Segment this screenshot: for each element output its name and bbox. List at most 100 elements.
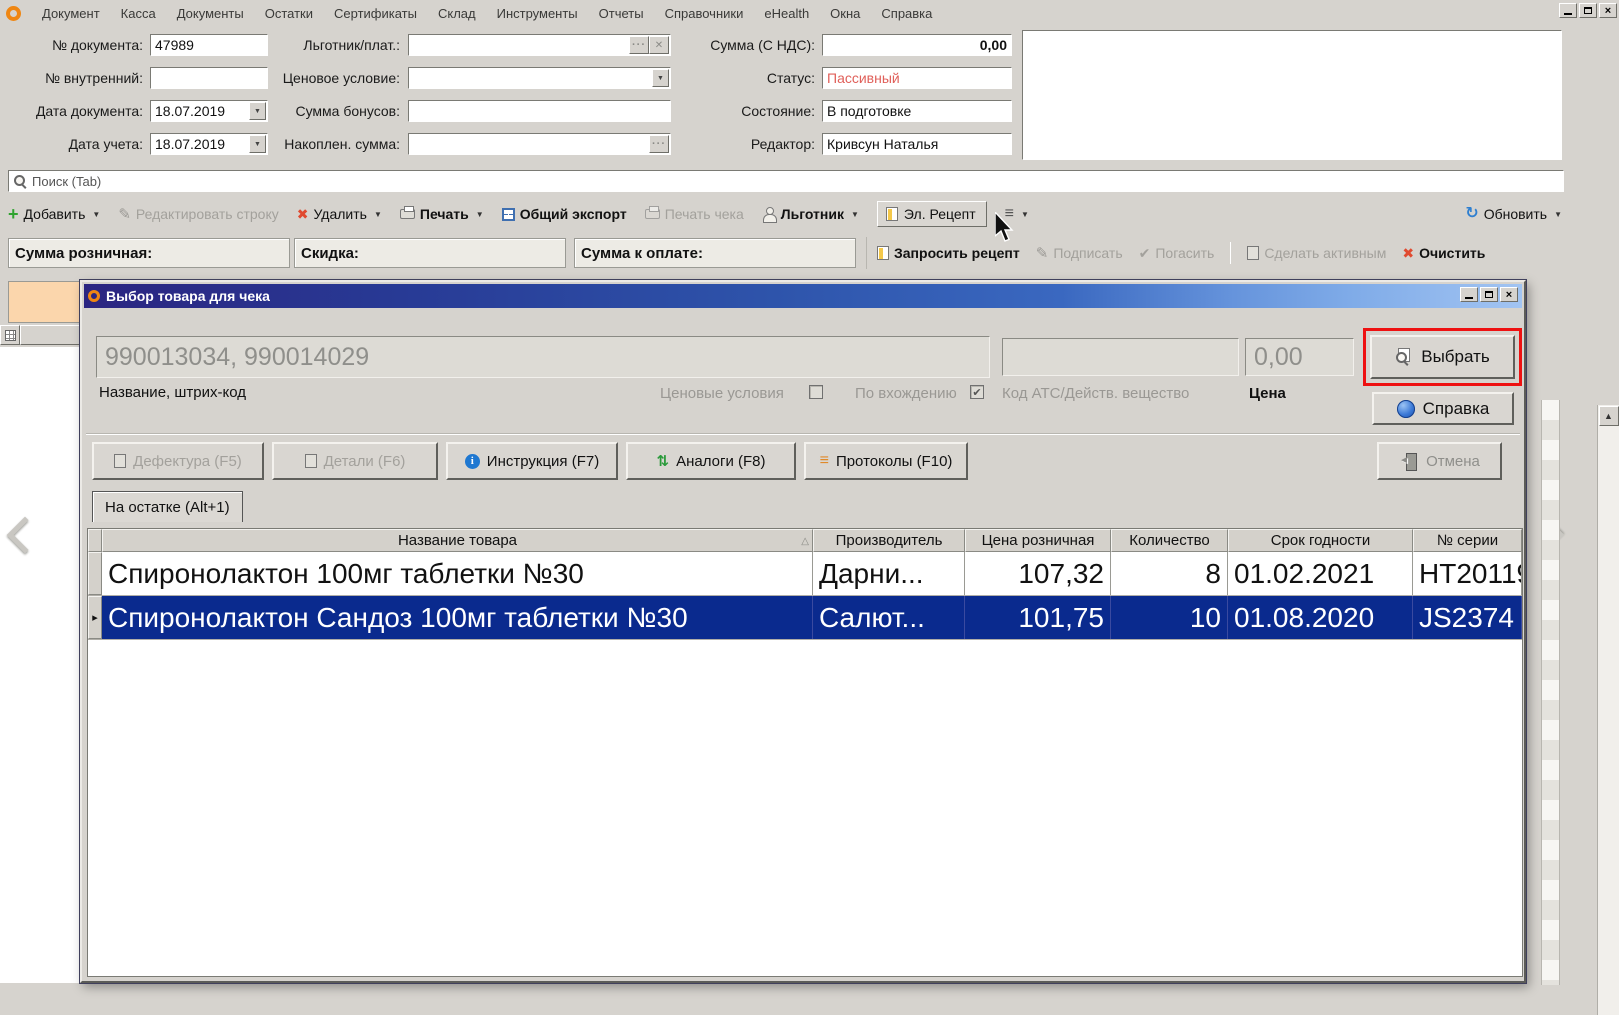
header-name[interactable]: Название товара△ (102, 529, 813, 552)
cell-manufacturer: Салют... (813, 596, 965, 639)
menu-item-document[interactable]: Документ (42, 6, 100, 21)
lookup-ellipsis-button[interactable] (629, 36, 649, 54)
request-recipe-label: Запросить рецепт (894, 245, 1020, 261)
close-button[interactable]: × (1599, 3, 1617, 18)
field-label: Редактор: (690, 136, 815, 152)
clear-field-button[interactable] (649, 36, 669, 54)
doc-date-field[interactable]: 18.07.2019▼ (150, 100, 268, 122)
maximize-button[interactable] (1579, 3, 1597, 18)
beneficiary-field[interactable] (408, 34, 671, 56)
e-recipe-button[interactable]: Эл. Рецепт (877, 201, 987, 227)
clear-button[interactable]: ✖Очистить (1402, 245, 1485, 262)
header-retail-price-label: Цена розничная (982, 532, 1095, 549)
table-row[interactable]: Спиронолактон 100мг таблетки №30 Дарни..… (88, 552, 1522, 596)
vertical-scrollbar[interactable]: ▲ (1597, 405, 1619, 1015)
make-active-button: Сделать активным (1247, 245, 1386, 261)
field-label: Накоплен. сумма: (255, 136, 400, 152)
print-button[interactable]: Печать▼ (400, 206, 484, 222)
analogs-button[interactable]: ⇅Аналоги (F8) (626, 442, 796, 480)
by-entry-checkbox[interactable]: ✔ (970, 385, 984, 399)
field-label: Сумма бонусов: (255, 103, 400, 119)
header-manufacturer-label: Производитель (836, 532, 943, 549)
printer-icon (400, 209, 415, 219)
doc-icon (114, 454, 126, 468)
atc-code-input[interactable] (1002, 338, 1239, 376)
beneficiary-button[interactable]: Льготник▼ (762, 206, 859, 222)
sign-button: ✎Подписать (1036, 244, 1123, 262)
cell-price: 107,32 (965, 552, 1111, 595)
dialog-minimize-button[interactable] (1460, 287, 1478, 302)
print-receipt-label: Печать чека (665, 206, 744, 222)
request-recipe-button[interactable]: Запросить рецепт (877, 245, 1020, 261)
account-date-field[interactable]: 18.07.2019▼ (150, 133, 268, 155)
menu-item-help[interactable]: Справка (881, 6, 932, 21)
check-icon: ✔ (1139, 245, 1151, 262)
search-input[interactable]: Поиск (Tab) (8, 170, 1564, 192)
instruction-button[interactable]: iИнструкция (F7) (446, 442, 618, 480)
minimize-icon (1564, 13, 1572, 15)
lookup-ellipsis-button[interactable] (649, 135, 669, 153)
tab-on-stock[interactable]: На остатке (Alt+1) (92, 491, 243, 522)
product-search-input[interactable]: 990013034, 990014029 (96, 336, 990, 378)
header-name-label: Название товара (398, 532, 517, 549)
help-button[interactable]: Справка (1372, 392, 1514, 425)
menu-bar: Документ Касса Документы Остатки Сертифи… (0, 0, 1619, 26)
cancel-button-label: Отмена (1426, 453, 1480, 470)
delete-button[interactable]: ✖Удалить▼ (297, 206, 382, 223)
header-manufacturer[interactable]: Производитель (813, 529, 965, 552)
menu-item-ehealth[interactable]: eHealth (764, 6, 809, 21)
refresh-button[interactable]: ↻Обновить▼ (1465, 206, 1562, 222)
accumulated-sum-field[interactable] (408, 133, 671, 155)
bonus-sum-field[interactable] (408, 100, 671, 122)
header-expiry[interactable]: Срок годности (1228, 529, 1413, 552)
details-label: Детали (F6) (324, 453, 406, 470)
dialog-close-button[interactable]: × (1500, 287, 1518, 302)
field-label: № документа: (8, 37, 143, 53)
dialog-title-bar[interactable]: Выбор товара для чека × (84, 284, 1522, 308)
add-button[interactable]: +Добавить▼ (8, 206, 100, 222)
cell-expiry: 01.08.2020 (1228, 596, 1413, 639)
cancel-button[interactable]: Отмена (1377, 442, 1502, 480)
defectura-button: Дефектура (F5) (92, 442, 264, 480)
product-search-value: 990013034, 990014029 (105, 343, 369, 372)
field-label: Дата документа: (8, 103, 143, 119)
menu-item-handbooks[interactable]: Справочники (665, 6, 744, 21)
main-toolbar: +Добавить▼ ✎Редактировать строку ✖Удалит… (8, 198, 1612, 230)
table-row-selected[interactable]: ▸ Спиронолактон Сандоз 100мг таблетки №3… (88, 596, 1522, 640)
price-conditions-label: Ценовые условия (660, 385, 784, 402)
minimize-icon (1465, 297, 1473, 299)
menu-item-kassa[interactable]: Касса (121, 6, 156, 21)
price-condition-field[interactable]: ▼ (408, 67, 671, 89)
cell-price: 101,75 (965, 596, 1111, 639)
notes-box[interactable] (1022, 30, 1562, 160)
menu-item-windows[interactable]: Окна (830, 6, 860, 21)
cell-name: Спиронолактон Сандоз 100мг таблетки №30 (102, 596, 813, 639)
protocols-button[interactable]: ≡Протоколы (F10) (804, 442, 968, 480)
field-label: Ценовое условие: (255, 70, 400, 86)
field-label: Дата учета: (8, 136, 143, 152)
internal-number-field[interactable] (150, 67, 268, 89)
sum-nds-field[interactable]: 0,00 (822, 34, 1012, 56)
export-button[interactable]: Общий экспорт (502, 206, 627, 222)
minimize-button[interactable] (1559, 3, 1577, 18)
grid-icon (5, 330, 16, 341)
dialog-maximize-button[interactable] (1480, 287, 1498, 302)
doc-number-field[interactable]: 47989 (150, 34, 268, 56)
doc-number-value: 47989 (155, 37, 194, 53)
menu-item-reports[interactable]: Отчеты (599, 6, 644, 21)
header-retail-price[interactable]: Цена розничная (965, 529, 1111, 552)
menu-item-certificates[interactable]: Сертификаты (334, 6, 417, 21)
header-series[interactable]: № серии (1413, 529, 1522, 552)
price-input[interactable]: 0,00 (1245, 338, 1354, 376)
scroll-up-button[interactable]: ▲ (1599, 406, 1619, 426)
select-button[interactable]: Выбрать (1370, 335, 1515, 379)
chevron-down-icon: ▼ (851, 210, 859, 219)
menu-item-sklad[interactable]: Склад (438, 6, 476, 21)
chevron-down-icon[interactable]: ▼ (652, 69, 669, 87)
menu-item-instruments[interactable]: Инструменты (497, 6, 578, 21)
grid-toggle-button[interactable] (0, 325, 20, 345)
price-conditions-checkbox[interactable] (809, 385, 823, 399)
menu-item-ostatki[interactable]: Остатки (265, 6, 313, 21)
header-quantity[interactable]: Количество (1111, 529, 1228, 552)
menu-item-documents[interactable]: Документы (177, 6, 244, 21)
